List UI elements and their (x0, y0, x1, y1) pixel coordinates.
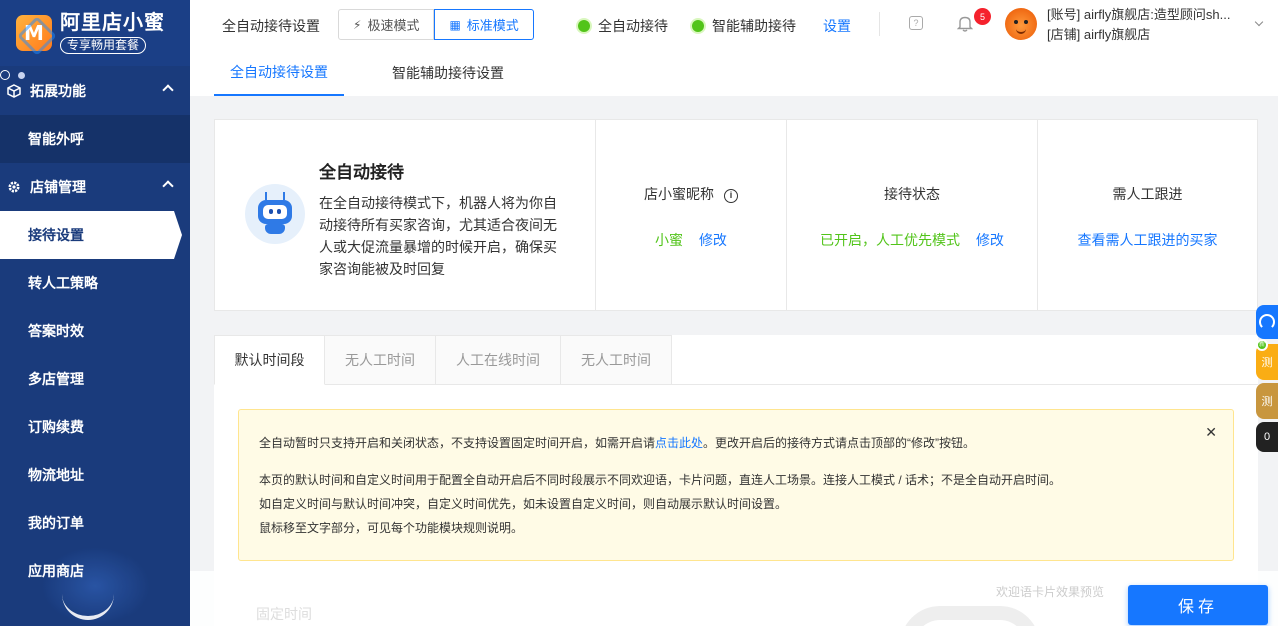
bell-icon[interactable] (956, 15, 974, 32)
sidebar-item-subscription[interactable]: 订购续费 (0, 403, 190, 451)
reception-status-value: 已开启，人工优先模式 (820, 232, 961, 248)
sidebar-item-label: 智能外呼 (28, 131, 84, 147)
nav-group-label: 店铺管理 (30, 179, 86, 195)
tab-assist-reception-settings[interactable]: 智能辅助接待设置 (392, 50, 504, 96)
help-icon[interactable]: ? (909, 16, 923, 30)
info-title: 全自动接待 (319, 163, 404, 182)
robot-icon (245, 184, 305, 244)
status-label: 全自动接待 (598, 18, 668, 34)
preview-label: 欢迎语卡片效果预览 (996, 585, 1105, 599)
nickname-value: 小蜜 (655, 232, 684, 248)
chevron-down-icon[interactable] (1254, 17, 1264, 27)
fast-mode-label: 极速模式 (367, 18, 420, 33)
logo[interactable]: M 阿里店小蜜 专享畅用套餐 (0, 0, 190, 66)
status-dot-icon (578, 20, 590, 32)
sidebar-item-label: 转人工策略 (28, 275, 98, 291)
chevron-up-icon (162, 180, 174, 192)
divider (879, 12, 880, 36)
sidebar-item-label: 答案时效 (28, 323, 84, 339)
nav-group-shop-management[interactable]: 店铺管理 (0, 163, 190, 211)
edit-nickname-link[interactable]: 修改 (699, 232, 727, 248)
sidebar-item-answer-validity[interactable]: 答案时效 (0, 307, 190, 355)
nickname-value-row: 小蜜 修改 (596, 230, 786, 250)
settings-link[interactable]: 设置 (823, 16, 851, 36)
top-header: 全自动接待设置 ⚡ 极速模式 ▦ 标准模式 全自动接待 智能辅助接待 设置 ? … (190, 0, 1278, 50)
close-icon[interactable]: ✕ (1205, 424, 1217, 441)
reception-status-row: 已开启，人工优先模式 修改 (787, 230, 1037, 250)
sidebar-item-transfer-strategy[interactable]: 转人工策略 (0, 259, 190, 307)
sidebar-item-label: 接待设置 (28, 227, 84, 243)
lightning-icon: ⚡ (353, 17, 362, 32)
notice-line-3: 如自定义时间与默认时间冲突，自定义时间优先，如未设置自定义时间，则自动展示默认时… (259, 497, 788, 511)
notification-count-badge: 5 (974, 8, 991, 25)
save-button[interactable]: 保存 (1128, 585, 1268, 625)
notice-banner: 全自动暂时只支持开启和关闭状态，不支持设置固定时间开启，如需开启请点击此处。更改… (238, 409, 1234, 561)
shop-name: [店铺] airfly旗舰店 (1047, 27, 1151, 42)
footer-bar (190, 571, 1278, 626)
reception-status-label: 接待状态 (884, 186, 940, 202)
chevron-up-icon (162, 84, 174, 96)
logo-title: 阿里店小蜜 (60, 12, 165, 34)
tab-agent-online-time[interactable]: 人工在线时间 (436, 335, 561, 385)
sidebar-item-label: 我的订单 (28, 515, 84, 531)
mode-switch: ⚡ 极速模式 ▦ 标准模式 (338, 9, 534, 40)
sidebar-item-reception-settings[interactable]: 接待设置 (0, 211, 182, 259)
sidebar: M 阿里店小蜜 专享畅用套餐 拓展功能 智能外呼 店铺管理 接待设置 转人工策略… (0, 0, 190, 626)
fixed-time-label: 固定时间 (256, 606, 312, 622)
account-name: [账号] airfly旗舰店:造型顾问sh... (1047, 7, 1231, 22)
gear-icon (6, 179, 22, 195)
avatar[interactable] (1005, 8, 1037, 40)
manual-followup-column: 需人工跟进 查看需人工跟进的买家 (1037, 120, 1257, 310)
reception-status-column: 接待状态 已开启，人工优先模式 修改 (786, 120, 1037, 310)
sidebar-item-logistics[interactable]: 物流地址 (0, 451, 190, 499)
fast-mode-button[interactable]: ⚡ 极速模式 (338, 9, 435, 40)
status-dot-icon (692, 20, 704, 32)
notice-line-2: 本页的默认时间和自定义时间用于配置全自动开启后不同时段展示不同欢迎语，卡片问题，… (259, 473, 1062, 487)
logo-icon: M (16, 15, 52, 51)
sidebar-item-my-orders[interactable]: 我的订单 (0, 499, 190, 547)
grid-icon: ▦ (449, 17, 461, 32)
sidebar-item-label: 物流地址 (28, 467, 84, 483)
sidebar-item-label: 订购续费 (28, 419, 84, 435)
tab-no-agent-time-2[interactable]: 无人工时间 (561, 335, 672, 385)
notice-line-1: 全自动暂时只支持开启和关闭状态，不支持设置固定时间开启，如需开启请点击此处。更改… (259, 436, 976, 450)
status-assist-reception: 智能辅助接待 (692, 16, 796, 36)
tab-auto-reception-settings[interactable]: 全自动接待设置 (214, 50, 344, 96)
manual-followup-label: 需人工跟进 (1112, 186, 1183, 202)
nickname-label: 店小蜜昵称 i (596, 184, 786, 204)
standard-mode-label: 标准模式 (466, 18, 519, 33)
edit-status-link[interactable]: 修改 (976, 232, 1004, 248)
notice-line-4: 鼠标移至文字部分，可见每个功能模块规则说明。 (259, 521, 524, 535)
sidebar-item-label: 应用商店 (28, 563, 84, 579)
sidebar-item-app-store[interactable]: 应用商店 (0, 547, 190, 595)
nav-group-extensions[interactable]: 拓展功能 (0, 67, 190, 115)
time-tabs: 默认时间段 无人工时间 人工在线时间 无人工时间 (214, 335, 1258, 385)
status-auto-reception: 全自动接待 (578, 16, 668, 36)
float-button-4[interactable]: 0 (1256, 422, 1278, 452)
nav-group-label: 拓展功能 (30, 83, 86, 99)
page-title: 全自动接待设置 (222, 18, 320, 34)
status-label: 智能辅助接待 (712, 18, 796, 34)
test-button-2[interactable]: 测 (1256, 383, 1278, 419)
customer-service-icon[interactable] (1256, 305, 1278, 339)
sidebar-item-multi-shop[interactable]: 多店管理 (0, 355, 190, 403)
sidebar-item-smart-call[interactable]: 智能外呼 (0, 115, 190, 163)
auto-reception-info-card: 全自动接待 在全自动接待模式下，机器人将为你自动接待所有买家咨询，尤其适合夜间无… (214, 119, 1258, 311)
tab-default-time[interactable]: 默认时间段 (214, 335, 325, 385)
plan-badge: 专享畅用套餐 (60, 37, 147, 54)
sidebar-item-label: 多店管理 (28, 371, 84, 387)
new-badge: 新 (1256, 339, 1268, 351)
cube-icon (6, 83, 22, 99)
standard-mode-button[interactable]: ▦ 标准模式 (434, 9, 534, 40)
click-here-link[interactable]: 点击此处 (655, 436, 703, 450)
account-info[interactable]: [账号] airfly旗舰店:造型顾问sh... [店铺] airfly旗舰店 (1047, 5, 1247, 45)
info-icon[interactable]: i (724, 189, 738, 203)
info-description: 在全自动接待模式下，机器人将为你自动接待所有买家咨询，尤其适合夜间无人或大促流量… (319, 195, 557, 277)
nickname-column: 店小蜜昵称 i 小蜜 修改 (595, 120, 786, 310)
tab-no-agent-time[interactable]: 无人工时间 (325, 335, 436, 385)
view-manual-followup-link[interactable]: 查看需人工跟进的买家 (1038, 230, 1257, 250)
subtabs: 全自动接待设置 智能辅助接待设置 (190, 50, 1278, 96)
